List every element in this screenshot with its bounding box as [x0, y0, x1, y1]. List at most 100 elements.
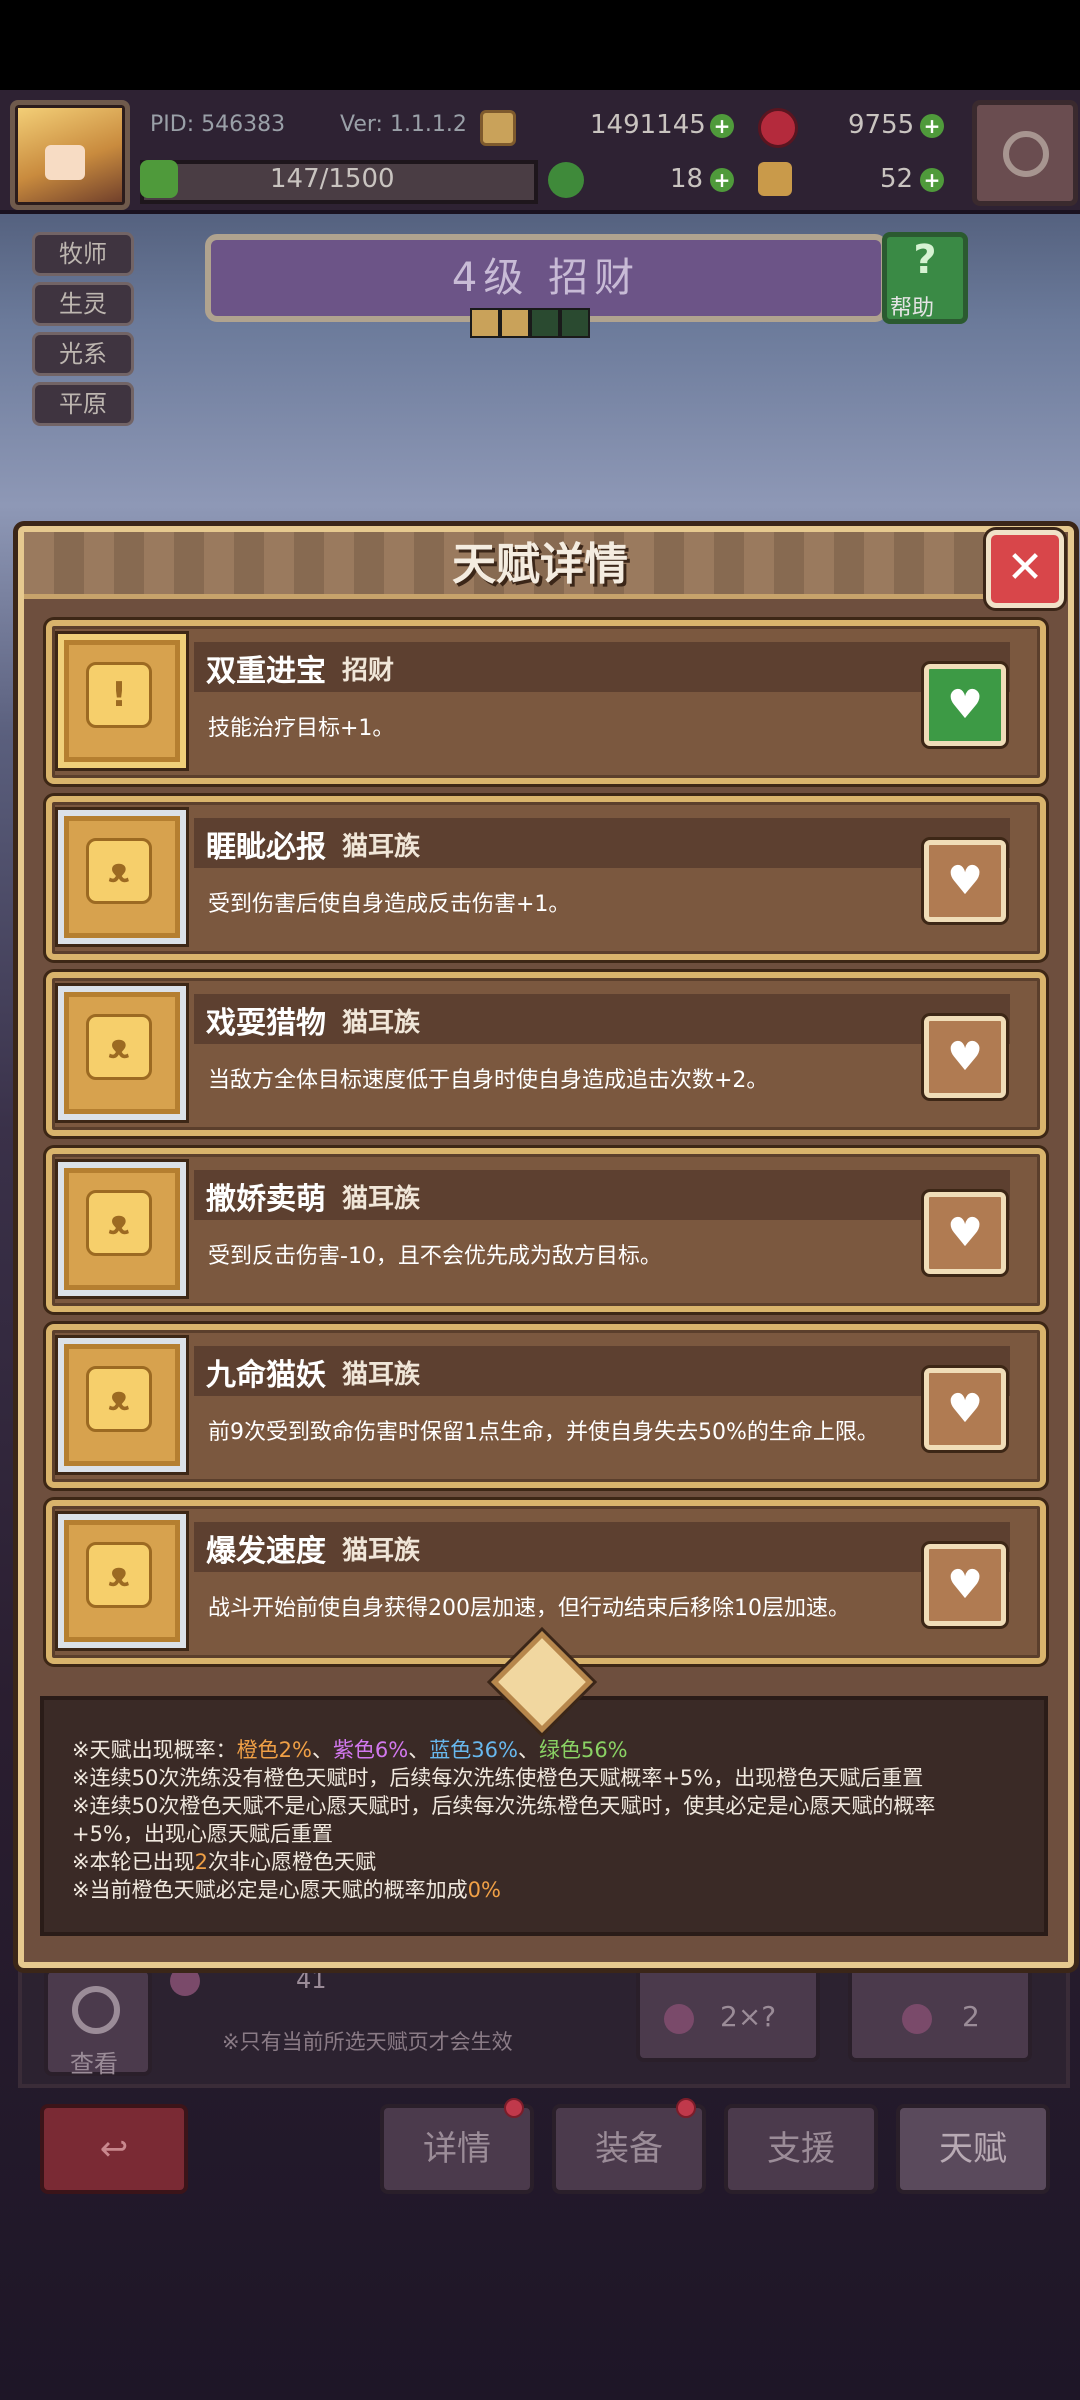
question-icon: ?: [913, 237, 937, 283]
heart-icon: ♥: [947, 858, 983, 904]
tag-class: 牧师: [32, 232, 134, 276]
rate-orange: 橙色2%: [236, 1738, 312, 1762]
back-arrow-icon: ↩: [99, 2129, 129, 2169]
star-empty-icon: [530, 308, 560, 338]
talent-desc: 受到反击伤害-10，且不会优先成为敌方目标。: [208, 1244, 662, 1269]
cat-face-icon: ᴥ: [86, 1014, 152, 1080]
talent-desc: 战斗开始前使自身获得200层加速，但行动结束后移除10层加速。: [208, 1596, 850, 1621]
talent-icon: ᴥ: [58, 810, 186, 944]
auto-refine-cost: 2×?: [720, 2000, 777, 2033]
talent-desc: 前9次受到致命伤害时保留1点生命，并使自身失去50%的生命上限。: [208, 1420, 879, 1445]
heart-icon: ♥: [947, 1562, 983, 1608]
talent-name: 双重进宝: [206, 654, 326, 689]
wish-heart-button-active[interactable]: ♥: [924, 664, 1006, 746]
coin-icon: [480, 110, 516, 146]
player-id: PID: 546383: [150, 112, 286, 137]
info-wish-line-cont: +5%，出现心愿天赋后重置: [72, 1822, 333, 1846]
tab-talent[interactable]: 天赋: [896, 2104, 1050, 2194]
view-label: 查看: [70, 2050, 118, 2078]
rate-purple: 紫色6%: [332, 1738, 409, 1762]
fist-amount: 52: [880, 164, 914, 194]
exp-value: 147/1500: [270, 164, 395, 194]
heart-icon: ♥: [947, 682, 983, 728]
gear-icon: [1003, 131, 1049, 177]
close-button[interactable]: ✕: [986, 530, 1064, 608]
talent-icon: !: [58, 634, 186, 768]
player-avatar[interactable]: [10, 100, 130, 210]
talent-name: 睚眦必报: [206, 830, 326, 865]
gem-icon: [758, 108, 798, 148]
talent-icon: ᴥ: [58, 1338, 186, 1472]
cat-face-icon: ᴥ: [86, 1542, 152, 1608]
add-gold-button[interactable]: +: [710, 114, 734, 138]
talent-type: 猫耳族: [342, 1184, 421, 1214]
wish-heart-button[interactable]: ♥: [924, 1192, 1006, 1274]
wish-heart-button[interactable]: ♥: [924, 1544, 1006, 1626]
info-round-count: ※本轮已出现2次非心愿橙色天赋: [72, 1850, 376, 1874]
rate-green: 绿色56%: [538, 1738, 628, 1762]
heart-icon: ♥: [947, 1210, 983, 1256]
game-version: Ver: 1.1.1.2: [340, 112, 467, 137]
wish-heart-button[interactable]: ♥: [924, 1016, 1006, 1098]
tag-terrain: 平原: [32, 382, 134, 426]
talent-refine-cost: 2: [962, 2000, 980, 2033]
talent-desc: 当敌方全体目标速度低于自身时使自身造成追击次数+2。: [208, 1068, 769, 1093]
add-clover-button[interactable]: +: [710, 168, 734, 192]
talent-type: 猫耳族: [342, 1008, 421, 1038]
notification-dot: [504, 2098, 524, 2118]
talent-desc: 技能治疗目标+1。: [208, 716, 395, 741]
heart-icon: ♥: [947, 1034, 983, 1080]
fist-icon: [758, 162, 792, 196]
potion-count: 41: [296, 1966, 327, 1994]
wish-heart-button[interactable]: ♥: [924, 1368, 1006, 1450]
talent-name: 九命猫妖: [206, 1358, 326, 1393]
back-button[interactable]: ↩: [40, 2104, 188, 2194]
potion-icon: [664, 2004, 694, 2034]
heart-icon: ♥: [947, 1386, 983, 1432]
info-rate-line: ※天赋出现概率：橙色2%、紫色6%、蓝色36%、绿色56%: [72, 1738, 628, 1762]
info-wish-line: ※连续50次橙色天赋不是心愿天赋时，后续每次洗练橙色天赋时，使其必定是心愿天赋的…: [72, 1794, 936, 1818]
notification-dot: [676, 2098, 696, 2118]
help-label: 帮助: [890, 296, 935, 321]
cat-face-icon: ᴥ: [86, 1366, 152, 1432]
talent-icon: ᴥ: [58, 986, 186, 1120]
wish-heart-button[interactable]: ♥: [924, 840, 1006, 922]
cat-face-icon: ᴥ: [86, 1190, 152, 1256]
info-pity-line: ※连续50次洗练没有橙色天赋时，后续每次洗练使橙色天赋概率+5%，出现橙色天赋后…: [72, 1766, 924, 1790]
talent-desc: 受到伤害后使自身造成反击伤害+1。: [208, 892, 571, 917]
tag-race: 生灵: [32, 282, 134, 326]
talent-type: 招财: [342, 656, 395, 686]
star-icon: [470, 308, 500, 338]
add-fist-button[interactable]: +: [920, 168, 944, 192]
talent-icon: ᴥ: [58, 1514, 186, 1648]
gold-amount: 1491145: [590, 110, 706, 140]
auto-refine-button[interactable]: 2×?: [636, 1962, 820, 2062]
potion-icon: [170, 1966, 200, 1996]
star-badge-icon: !: [86, 662, 152, 728]
potion-icon: [902, 2004, 932, 2034]
talent-name: 爆发速度: [206, 1534, 326, 1569]
leaf-icon: [140, 160, 178, 198]
settings-button[interactable]: [972, 100, 1078, 206]
talent-refine-button[interactable]: 2: [848, 1962, 1032, 2062]
add-gem-button[interactable]: +: [920, 114, 944, 138]
talent-type: 猫耳族: [342, 1536, 421, 1566]
talent-type: 猫耳族: [342, 1360, 421, 1390]
talent-type: 猫耳族: [342, 832, 421, 862]
tab-support[interactable]: 支援: [724, 2104, 878, 2194]
dialog-title: 天赋详情: [452, 539, 628, 590]
talent-name: 戏耍猎物: [206, 1006, 326, 1041]
clover-amount: 18: [670, 164, 704, 194]
close-icon: ✕: [1006, 542, 1044, 593]
gem-amount: 9755: [848, 110, 915, 140]
tag-element: 光系: [32, 332, 134, 376]
talent-name: 撒娇卖萌: [206, 1182, 326, 1217]
rate-blue: 蓝色36%: [429, 1738, 518, 1762]
star-icon: [500, 308, 530, 338]
page-hint: ※只有当前所选天赋页才会生效: [222, 2030, 513, 2054]
magnifier-icon: [72, 1986, 120, 2034]
info-bonus-line: ※当前橙色天赋必定是心愿天赋的概率加成0%: [72, 1878, 501, 1902]
talent-icon: ᴥ: [58, 1162, 186, 1296]
clover-icon: [548, 162, 584, 198]
star-empty-icon: [560, 308, 590, 338]
